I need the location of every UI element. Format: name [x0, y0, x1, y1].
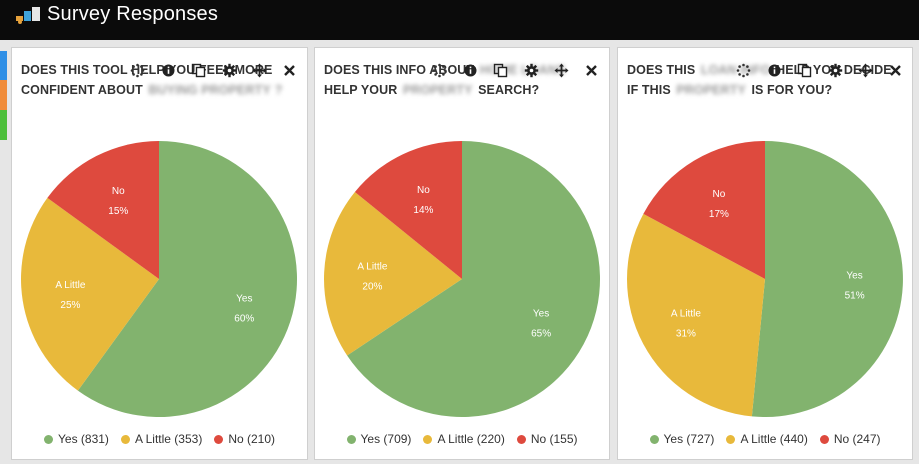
info-icon[interactable] [767, 63, 782, 78]
slice-percent: 31% [676, 328, 696, 339]
slice-label: A Little [357, 262, 387, 273]
close-icon[interactable] [282, 63, 297, 78]
legend-dot [819, 435, 829, 444]
close-icon[interactable] [888, 63, 903, 78]
legend-label: No (210) [228, 432, 275, 446]
survey-widget-1: DOES THIS TOOL HELP YOU FEEL MORE CONFID… [11, 47, 308, 460]
slice-label: A Little [671, 308, 701, 319]
pie-chart: Yes 60% A Little 25% No 15% [21, 141, 298, 417]
legend-item-a-little[interactable]: A Little (220) [423, 432, 505, 446]
pie-chart: Yes 51% A Little 31% No 17% [626, 141, 903, 417]
legend-label: No (155) [530, 432, 578, 446]
slice-label: A Little [55, 280, 85, 291]
gear-icon[interactable] [828, 63, 843, 78]
slice-label: Yes [236, 294, 252, 305]
move-icon[interactable] [554, 63, 569, 78]
sidebar-tab-orange[interactable] [0, 80, 7, 110]
survey-widget-3: DOES THIS LOAN INFO HELP YOU DECIDE IF T… [617, 47, 913, 460]
legend-item-no[interactable]: No (210) [214, 432, 275, 446]
sidebar-tab-green[interactable] [0, 110, 7, 140]
info-icon[interactable] [161, 63, 176, 78]
move-icon[interactable] [858, 63, 873, 78]
legend-item-yes[interactable]: Yes (727) [649, 432, 715, 446]
top-navigation-bar: Survey Responses [0, 0, 919, 40]
legend-label: Yes (831) [58, 432, 109, 446]
slice-percent: 60% [234, 314, 254, 325]
title-text: HELP YOUR [324, 83, 401, 97]
widget-title: DOES THIS TOOL HELP YOU FEEL MORE CONFID… [21, 60, 291, 100]
slice-percent: 17% [709, 209, 729, 220]
legend-dot [120, 435, 130, 444]
title-text: SEARCH? [474, 83, 540, 97]
slice-percent: 51% [845, 290, 865, 301]
slice-percent: 65% [531, 328, 551, 339]
chart-legend: Yes (709) A Little (220) No (155) [315, 432, 609, 446]
legend-dot [516, 435, 526, 444]
title-text: DOES THIS INFO ABOUT [324, 63, 478, 77]
widget-title: DOES THIS LOAN INFO HELP YOU DECIDE IF T… [627, 60, 897, 100]
slice-percent: 20% [362, 282, 382, 293]
logo-icon [16, 7, 40, 24]
legend-item-a-little[interactable]: A Little (440) [726, 432, 808, 446]
legend-item-a-little[interactable]: A Little (353) [120, 432, 203, 446]
redacted-text: PROPERTY [676, 83, 746, 97]
slice-label: No [713, 189, 726, 200]
survey-widget-2: DOES THIS INFO ABOUT HOME LOANS HELP YOU… [314, 47, 610, 460]
legend-dot [44, 435, 53, 444]
legend-item-no[interactable]: No (247) [819, 432, 881, 446]
legend-dot [214, 435, 224, 444]
sidebar-tab-blue[interactable] [0, 51, 7, 80]
legend-dot [726, 435, 736, 444]
close-icon[interactable] [584, 63, 599, 78]
legend-label: A Little (353) [134, 432, 203, 446]
copy-icon[interactable] [797, 63, 812, 78]
pie-chart: Yes 65% A Little 20% No 14% [324, 141, 601, 417]
slice-percent: 15% [108, 206, 128, 217]
legend-item-no[interactable]: No (155) [516, 432, 578, 446]
title-text: IS FOR YOU? [747, 83, 833, 97]
legend-item-yes[interactable]: Yes (831) [44, 432, 109, 446]
legend-label: Yes (727) [663, 432, 715, 446]
slice-percent: 25% [60, 300, 80, 311]
chart-legend: Yes (727) A Little (440) No (247) [618, 432, 912, 446]
legend-dot [423, 435, 433, 444]
chart-legend: Yes (831) A Little (353) No (210) [12, 432, 307, 446]
slice-label: Yes [846, 270, 862, 281]
legend-label: A Little (220) [437, 432, 505, 446]
redacted-text: PROPERTY [402, 83, 473, 97]
slice-percent: 14% [413, 205, 433, 216]
title-text: DOES THIS [627, 63, 699, 77]
legend-item-yes[interactable]: Yes (709) [346, 432, 412, 446]
app-title: Survey Responses [47, 3, 219, 25]
legend-dot [649, 435, 659, 444]
move-icon[interactable] [252, 63, 267, 78]
redacted-text: BUYING PROPERTY [148, 83, 271, 97]
legend-label: Yes (709) [360, 432, 412, 446]
legend-label: No (247) [833, 432, 881, 446]
copy-icon[interactable] [493, 63, 508, 78]
slice-label: Yes [533, 308, 549, 319]
legend-dot [346, 435, 356, 444]
pie-slice-yes[interactable] [751, 141, 903, 417]
refresh-icon[interactable] [130, 63, 145, 78]
gear-icon[interactable] [222, 63, 237, 78]
redacted-text: ? [274, 83, 283, 97]
copy-icon[interactable] [191, 63, 206, 78]
gear-icon[interactable] [524, 63, 539, 78]
info-icon[interactable] [463, 63, 478, 78]
slice-label: No [417, 185, 430, 196]
legend-label: A Little (440) [740, 432, 808, 446]
refresh-icon[interactable] [432, 63, 447, 78]
slice-label: No [112, 186, 125, 197]
refresh-icon[interactable] [736, 63, 751, 78]
